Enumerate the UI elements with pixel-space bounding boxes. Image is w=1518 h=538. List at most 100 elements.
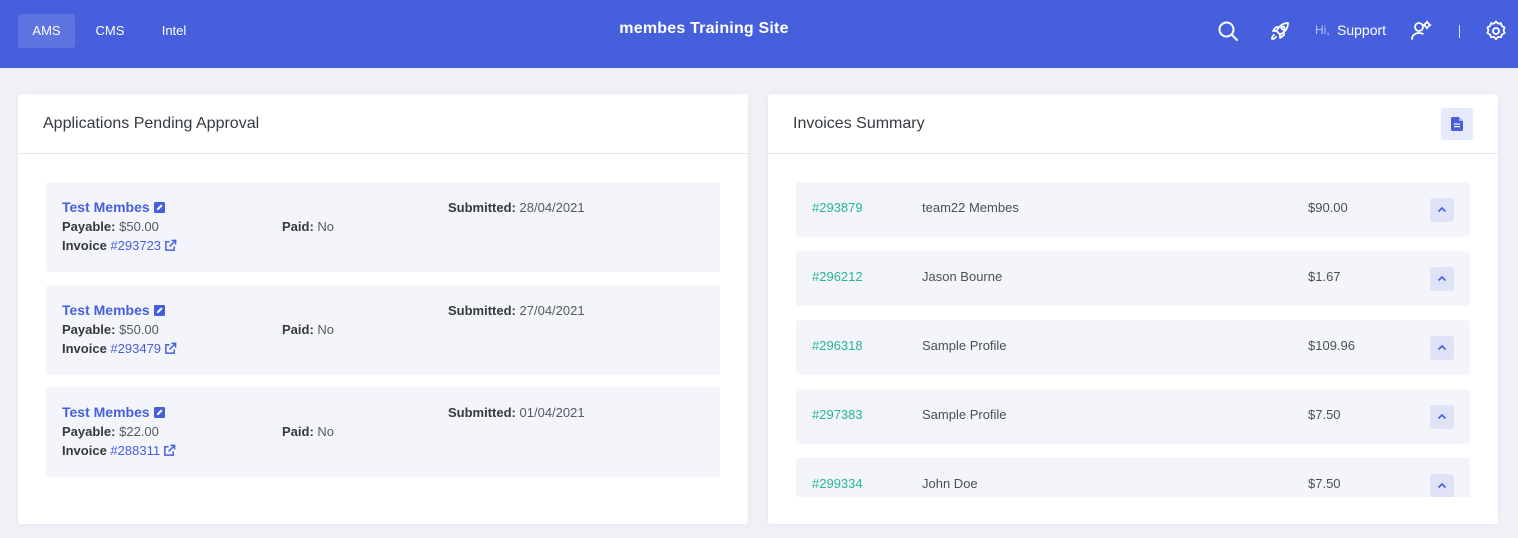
payable-value: $50.00 bbox=[119, 219, 159, 234]
submitted-row: Submitted: 28/04/2021 bbox=[448, 200, 585, 215]
payable-row: Payable: $50.00 bbox=[62, 322, 159, 337]
applicant-name[interactable]: Test Membes bbox=[62, 199, 150, 215]
invoice-row[interactable]: #296318 Sample Profile $109.96 bbox=[796, 320, 1470, 375]
document-icon bbox=[1451, 117, 1463, 131]
payable-label: Payable: bbox=[62, 424, 116, 439]
invoice-customer: Jason Bourne bbox=[922, 269, 1003, 284]
invoice-number[interactable]: #296212 bbox=[812, 269, 863, 284]
invoices-card-header: Invoices Summary bbox=[768, 94, 1498, 154]
tab-ams[interactable]: AMS bbox=[18, 14, 75, 48]
submitted-value: 27/04/2021 bbox=[519, 303, 585, 318]
payable-value: $50.00 bbox=[119, 322, 159, 337]
external-link-icon[interactable] bbox=[164, 342, 177, 355]
applicant-name-link[interactable]: Test Membes bbox=[62, 404, 165, 420]
divider bbox=[1459, 25, 1460, 38]
invoice-customer: John Doe bbox=[922, 476, 978, 491]
export-document-button[interactable] bbox=[1441, 108, 1473, 140]
invoice-row: Invoice #293479 bbox=[62, 341, 177, 356]
invoice-label: Invoice bbox=[62, 341, 107, 356]
invoices-card: Invoices Summary #293879 team22 Membes $… bbox=[768, 94, 1498, 524]
applications-title: Applications Pending Approval bbox=[43, 115, 260, 132]
payable-label: Payable: bbox=[62, 322, 116, 337]
greeting-text: Hi, bbox=[1315, 23, 1330, 37]
invoices-title: Invoices Summary bbox=[793, 115, 925, 132]
paid-label: Paid: bbox=[282, 424, 314, 439]
invoice-row[interactable]: #296212 Jason Bourne $1.67 bbox=[796, 251, 1470, 306]
submitted-label: Submitted: bbox=[448, 200, 516, 215]
invoices-list[interactable]: #293879 team22 Membes $90.00 #296212 Jas… bbox=[768, 154, 1498, 497]
invoice-row[interactable]: #297383 Sample Profile $7.50 bbox=[796, 389, 1470, 444]
paid-label: Paid: bbox=[282, 219, 314, 234]
invoice-link[interactable]: #288311 bbox=[110, 443, 160, 458]
tab-cms[interactable]: CMS bbox=[83, 14, 137, 48]
invoice-number[interactable]: #299334 bbox=[812, 476, 863, 491]
rocket-icon[interactable] bbox=[1268, 19, 1292, 43]
chevron-up-icon bbox=[1437, 344, 1447, 351]
search-icon[interactable] bbox=[1216, 19, 1240, 43]
applicant-name-link[interactable]: Test Membes bbox=[62, 199, 165, 215]
invoice-customer: Sample Profile bbox=[922, 338, 1007, 353]
invoice-amount: $1.67 bbox=[1308, 269, 1341, 284]
payable-row: Payable: $50.00 bbox=[62, 219, 159, 234]
applicant-name[interactable]: Test Membes bbox=[62, 302, 150, 318]
paid-value: No bbox=[317, 424, 335, 439]
expand-button[interactable] bbox=[1430, 405, 1454, 429]
edit-icon[interactable] bbox=[153, 305, 165, 316]
invoice-label: Invoice bbox=[62, 238, 107, 253]
submitted-label: Submitted: bbox=[448, 303, 516, 318]
chevron-up-icon bbox=[1437, 206, 1447, 213]
invoice-customer: Sample Profile bbox=[922, 407, 1007, 422]
payable-label: Payable: bbox=[62, 219, 116, 234]
gear-icon[interactable] bbox=[1484, 19, 1508, 43]
paid-row: Paid: No bbox=[282, 219, 334, 234]
chevron-up-icon bbox=[1437, 482, 1447, 489]
applicant-name[interactable]: Test Membes bbox=[62, 404, 150, 420]
invoice-amount: $7.50 bbox=[1308, 407, 1341, 422]
paid-label: Paid: bbox=[282, 322, 314, 337]
invoice-amount: $109.96 bbox=[1308, 338, 1355, 353]
invoice-row[interactable]: #293879 team22 Membes $90.00 bbox=[796, 182, 1470, 237]
paid-row: Paid: No bbox=[282, 322, 334, 337]
paid-row: Paid: No bbox=[282, 424, 334, 439]
invoice-row[interactable]: #299334 John Doe $7.50 bbox=[796, 458, 1470, 497]
applications-card-header: Applications Pending Approval bbox=[18, 94, 748, 154]
submitted-row: Submitted: 27/04/2021 bbox=[448, 303, 585, 318]
submitted-value: 01/04/2021 bbox=[519, 405, 585, 420]
edit-icon[interactable] bbox=[153, 407, 165, 418]
application-item: Test Membes Payable: $50.00 Invoice #293… bbox=[46, 182, 720, 272]
site-title: membes Training Site bbox=[619, 20, 789, 37]
invoice-label: Invoice bbox=[62, 443, 107, 458]
expand-button[interactable] bbox=[1430, 336, 1454, 360]
invoice-link[interactable]: #293723 bbox=[110, 238, 161, 253]
invoice-number[interactable]: #296318 bbox=[812, 338, 863, 353]
invoice-amount: $90.00 bbox=[1308, 200, 1348, 215]
applications-card: Applications Pending Approval Test Membe… bbox=[18, 94, 748, 524]
paid-value: No bbox=[317, 322, 335, 337]
chevron-up-icon bbox=[1437, 275, 1447, 282]
application-item: Test Membes Payable: $22.00 Invoice #288… bbox=[46, 387, 720, 477]
submitted-value: 28/04/2021 bbox=[519, 200, 585, 215]
submitted-row: Submitted: 01/04/2021 bbox=[448, 405, 585, 420]
top-navbar: AMS CMS Intel membes Training Site Hi, S… bbox=[0, 0, 1518, 68]
external-link-icon[interactable] bbox=[163, 444, 176, 457]
invoice-link[interactable]: #293479 bbox=[110, 341, 161, 356]
tab-intel[interactable]: Intel bbox=[147, 14, 201, 48]
invoice-row: Invoice #293723 bbox=[62, 238, 177, 253]
submitted-label: Submitted: bbox=[448, 405, 516, 420]
invoice-customer: team22 Membes bbox=[922, 200, 1019, 215]
invoice-number[interactable]: #297383 bbox=[812, 407, 863, 422]
application-item: Test Membes Payable: $50.00 Invoice #293… bbox=[46, 285, 720, 375]
external-link-icon[interactable] bbox=[164, 239, 177, 252]
user-name[interactable]: Support bbox=[1337, 22, 1386, 38]
edit-icon[interactable] bbox=[153, 202, 165, 213]
invoice-row: Invoice #288311 bbox=[62, 443, 176, 458]
user-settings-icon[interactable] bbox=[1409, 19, 1433, 43]
paid-value: No bbox=[317, 219, 335, 234]
expand-button[interactable] bbox=[1430, 267, 1454, 291]
invoice-number[interactable]: #293879 bbox=[812, 200, 863, 215]
invoice-amount: $7.50 bbox=[1308, 476, 1341, 491]
expand-button[interactable] bbox=[1430, 474, 1454, 497]
payable-value: $22.00 bbox=[119, 424, 159, 439]
applicant-name-link[interactable]: Test Membes bbox=[62, 302, 165, 318]
expand-button[interactable] bbox=[1430, 198, 1454, 222]
